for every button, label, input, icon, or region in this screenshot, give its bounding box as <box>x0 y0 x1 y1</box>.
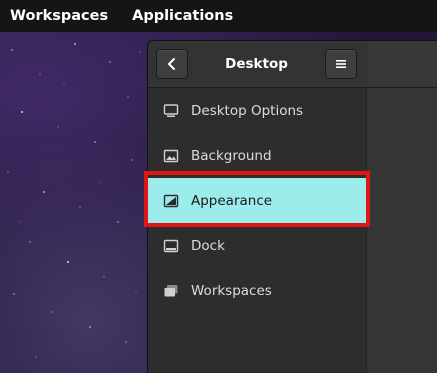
settings-content-pane <box>367 88 437 373</box>
desktop-screen: Workspaces Applications Desktop Desktop … <box>0 0 437 373</box>
window-headerbar: Desktop <box>148 41 368 88</box>
sidebar-item-dock[interactable]: Dock <box>148 223 366 268</box>
applications-menu[interactable]: Applications <box>122 0 233 32</box>
sidebar-item-background[interactable]: Background <box>148 133 366 178</box>
settings-window: Desktop Desktop Options Background Appea… <box>147 40 437 373</box>
top-panel: Workspaces Applications <box>0 0 437 32</box>
appearance-icon <box>163 193 179 209</box>
workspaces-icon <box>163 283 179 299</box>
workspaces-menu[interactable]: Workspaces <box>0 0 108 32</box>
monitor-icon <box>163 103 179 119</box>
image-icon <box>163 148 179 164</box>
sidebar-item-workspaces[interactable]: Workspaces <box>148 268 366 313</box>
dock-icon <box>163 238 179 254</box>
settings-sidebar: Desktop Options Background Appearance Do… <box>148 88 367 373</box>
sidebar-item-label: Appearance <box>191 192 273 209</box>
hamburger-menu-icon <box>336 60 346 68</box>
content-headerbar <box>368 41 437 88</box>
sidebar-item-label: Background <box>191 147 272 164</box>
sidebar-item-label: Desktop Options <box>191 102 304 119</box>
window-title: Desktop <box>225 56 288 72</box>
sidebar-item-label: Workspaces <box>191 282 272 299</box>
chevron-left-icon <box>168 58 175 70</box>
sidebar-item-desktop-options[interactable]: Desktop Options <box>148 88 366 133</box>
back-button[interactable] <box>156 49 188 79</box>
sidebar-item-appearance[interactable]: Appearance <box>148 178 366 223</box>
menu-button[interactable] <box>325 49 357 79</box>
sidebar-item-label: Dock <box>191 237 225 254</box>
